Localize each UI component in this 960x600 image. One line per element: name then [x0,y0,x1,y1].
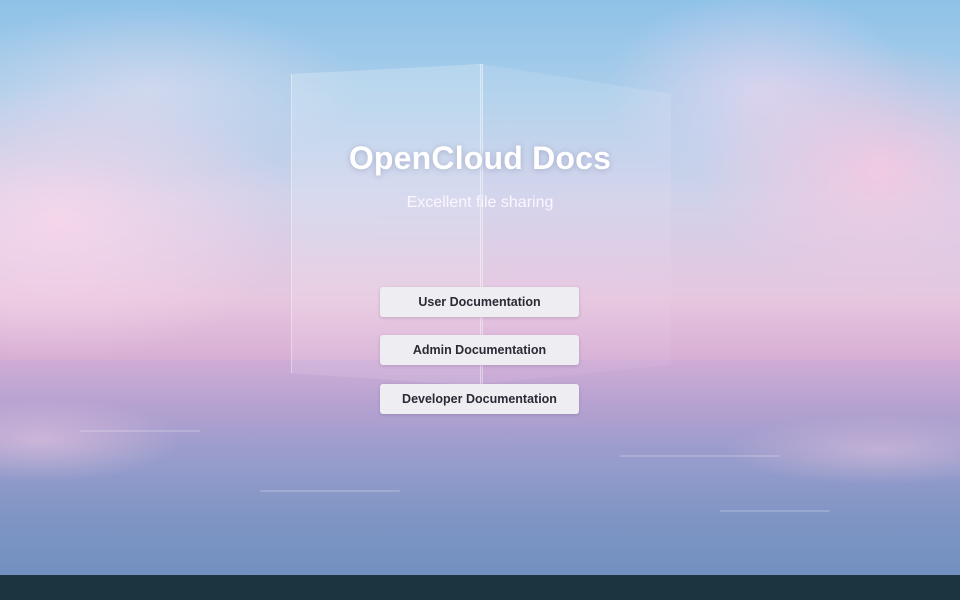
footer [0,575,960,600]
page-subtitle: Excellent file sharing [406,194,554,211]
page-title: OpenCloud Docs [348,140,612,176]
hero-background: OpenCloud Docs Excellent file sharing Us… [0,0,960,575]
admin-documentation-button[interactable]: Admin Documentation [380,335,579,365]
wave-highlight [80,430,200,432]
wave-highlight [620,455,780,457]
user-documentation-button[interactable]: User Documentation [380,287,579,317]
wave-highlight [260,490,400,492]
wave-highlight [720,510,830,512]
developer-documentation-button[interactable]: Developer Documentation [380,384,579,414]
